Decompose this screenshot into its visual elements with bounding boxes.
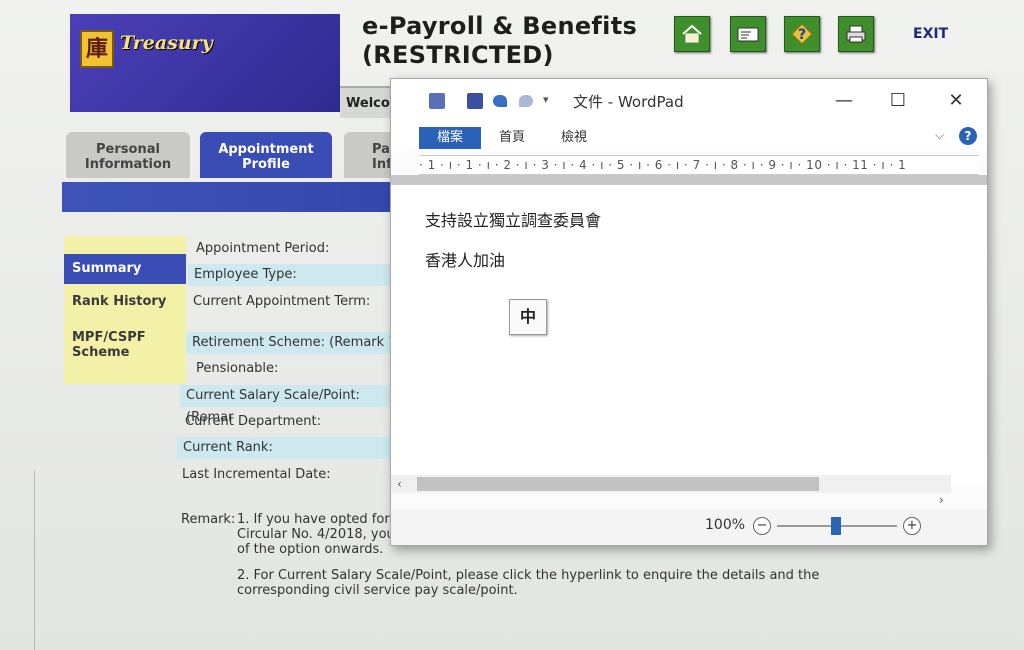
ribbon: 檔案 首頁 檢視 ⌵ — [391, 123, 987, 151]
payroll-page: 庫 Treasury e-Payroll & Benefits (RESTRIC… — [0, 0, 1024, 650]
wordpad-title: 文件 - WordPad — [573, 93, 684, 111]
ribbon-collapse-icon[interactable]: ⌵ — [935, 128, 944, 143]
site-title-line2: (RESTRICTED) — [362, 41, 554, 69]
field-pensionable: Pensionable: — [196, 361, 279, 376]
divider — [34, 470, 35, 650]
section-header-bar — [62, 182, 407, 212]
zoom-out-icon[interactable]: − — [753, 517, 771, 535]
ribbon-tab-view[interactable]: 檢視 — [561, 127, 587, 149]
redo-icon[interactable] — [519, 95, 533, 107]
exit-link[interactable]: EXIT — [913, 26, 948, 42]
ribbon-tab-home[interactable]: 首頁 — [499, 127, 525, 149]
help-button[interactable]: ? — [784, 16, 820, 52]
field-employee-type: Employee Type: — [188, 264, 410, 286]
minimize-button[interactable]: — — [827, 87, 861, 115]
zoom-in-icon[interactable]: + — [903, 517, 921, 535]
site-title: e-Payroll & Benefits (RESTRICTED) — [362, 12, 637, 70]
site-title-line1: e-Payroll & Benefits — [362, 12, 638, 40]
mail-button[interactable] — [730, 16, 766, 52]
close-button[interactable]: ✕ — [939, 87, 973, 115]
wordpad-help-icon[interactable]: ? — [959, 127, 977, 145]
remark-item-2: 2. For Current Salary Scale/Point, pleas… — [237, 568, 820, 598]
svg-text:?: ? — [798, 27, 806, 43]
customize-qat-icon[interactable]: ▾ — [543, 94, 553, 105]
sidebar-item-summary[interactable]: Summary — [64, 254, 186, 284]
treasury-logo-icon: 庫 — [80, 30, 114, 68]
field-current-appointment-term: Current Appointment Term: — [193, 294, 371, 309]
printer-icon — [846, 25, 866, 43]
home-icon — [682, 24, 702, 43]
ruler[interactable]: · 1 · ı · 1 · ı · 2 · ı · 3 · ı · 4 · ı … — [419, 155, 979, 175]
tab-personal-information[interactable]: Personal Information — [66, 132, 190, 178]
ime-indicator[interactable]: 中 — [509, 299, 547, 335]
field-current-department: Current Department: — [185, 414, 322, 429]
ribbon-tab-file[interactable]: 檔案 — [419, 127, 481, 149]
wordpad-app-icon — [429, 93, 445, 109]
document-area[interactable]: 支持設立獨立調查委員會 香港人加油 中 — [391, 185, 987, 485]
remark-label: Remark: — [181, 512, 236, 527]
wordpad-window[interactable]: ▾ 文件 - WordPad — ☐ ✕ 檔案 首頁 檢視 ⌵ ? · 1 · … — [390, 78, 988, 546]
question-icon: ? — [791, 23, 813, 45]
save-icon[interactable] — [467, 93, 483, 109]
mail-icon — [737, 27, 759, 42]
document-line-1: 支持設立獨立調查委員會 — [425, 211, 602, 230]
scroll-left-arrow-icon[interactable]: ‹ — [397, 475, 402, 493]
field-appointment-period: Appointment Period: — [196, 241, 330, 256]
scrollbar-thumb[interactable] — [417, 477, 819, 491]
status-bar: 100% − + — [391, 509, 987, 545]
field-salary-scale[interactable]: Current Salary Scale/Point: (Remar — [180, 385, 408, 425]
undo-icon[interactable] — [493, 95, 507, 107]
tab-appointment-profile[interactable]: Appointment Profile — [200, 132, 332, 178]
field-retirement-scheme: Retirement Scheme: (Remark 1) — [186, 332, 410, 354]
treasury-logo-text: Treasury — [120, 32, 213, 54]
scroll-right-arrow-icon[interactable]: › — [939, 493, 944, 507]
zoom-slider-thumb[interactable] — [831, 517, 841, 535]
horizontal-scrollbar[interactable]: ‹ — [391, 475, 951, 493]
zoom-level: 100% — [705, 517, 746, 533]
maximize-button[interactable]: ☐ — [881, 87, 915, 115]
wordpad-title-bar[interactable]: ▾ 文件 - WordPad — ☐ ✕ — [391, 79, 987, 123]
document-line-2: 香港人加油 — [425, 251, 506, 270]
field-current-rank: Current Rank: — [177, 437, 407, 459]
field-last-incremental-date: Last Incremental Date: — [182, 467, 331, 482]
ruler-strip — [391, 175, 987, 185]
print-button[interactable] — [838, 16, 874, 52]
home-button[interactable] — [674, 16, 710, 52]
sidebar-item-mpf-cspf[interactable]: MPF/CSPF Scheme — [64, 330, 164, 360]
sidebar-item-rank-history[interactable]: Rank History — [64, 294, 186, 309]
treasury-logo-banner: 庫 Treasury — [70, 14, 340, 112]
